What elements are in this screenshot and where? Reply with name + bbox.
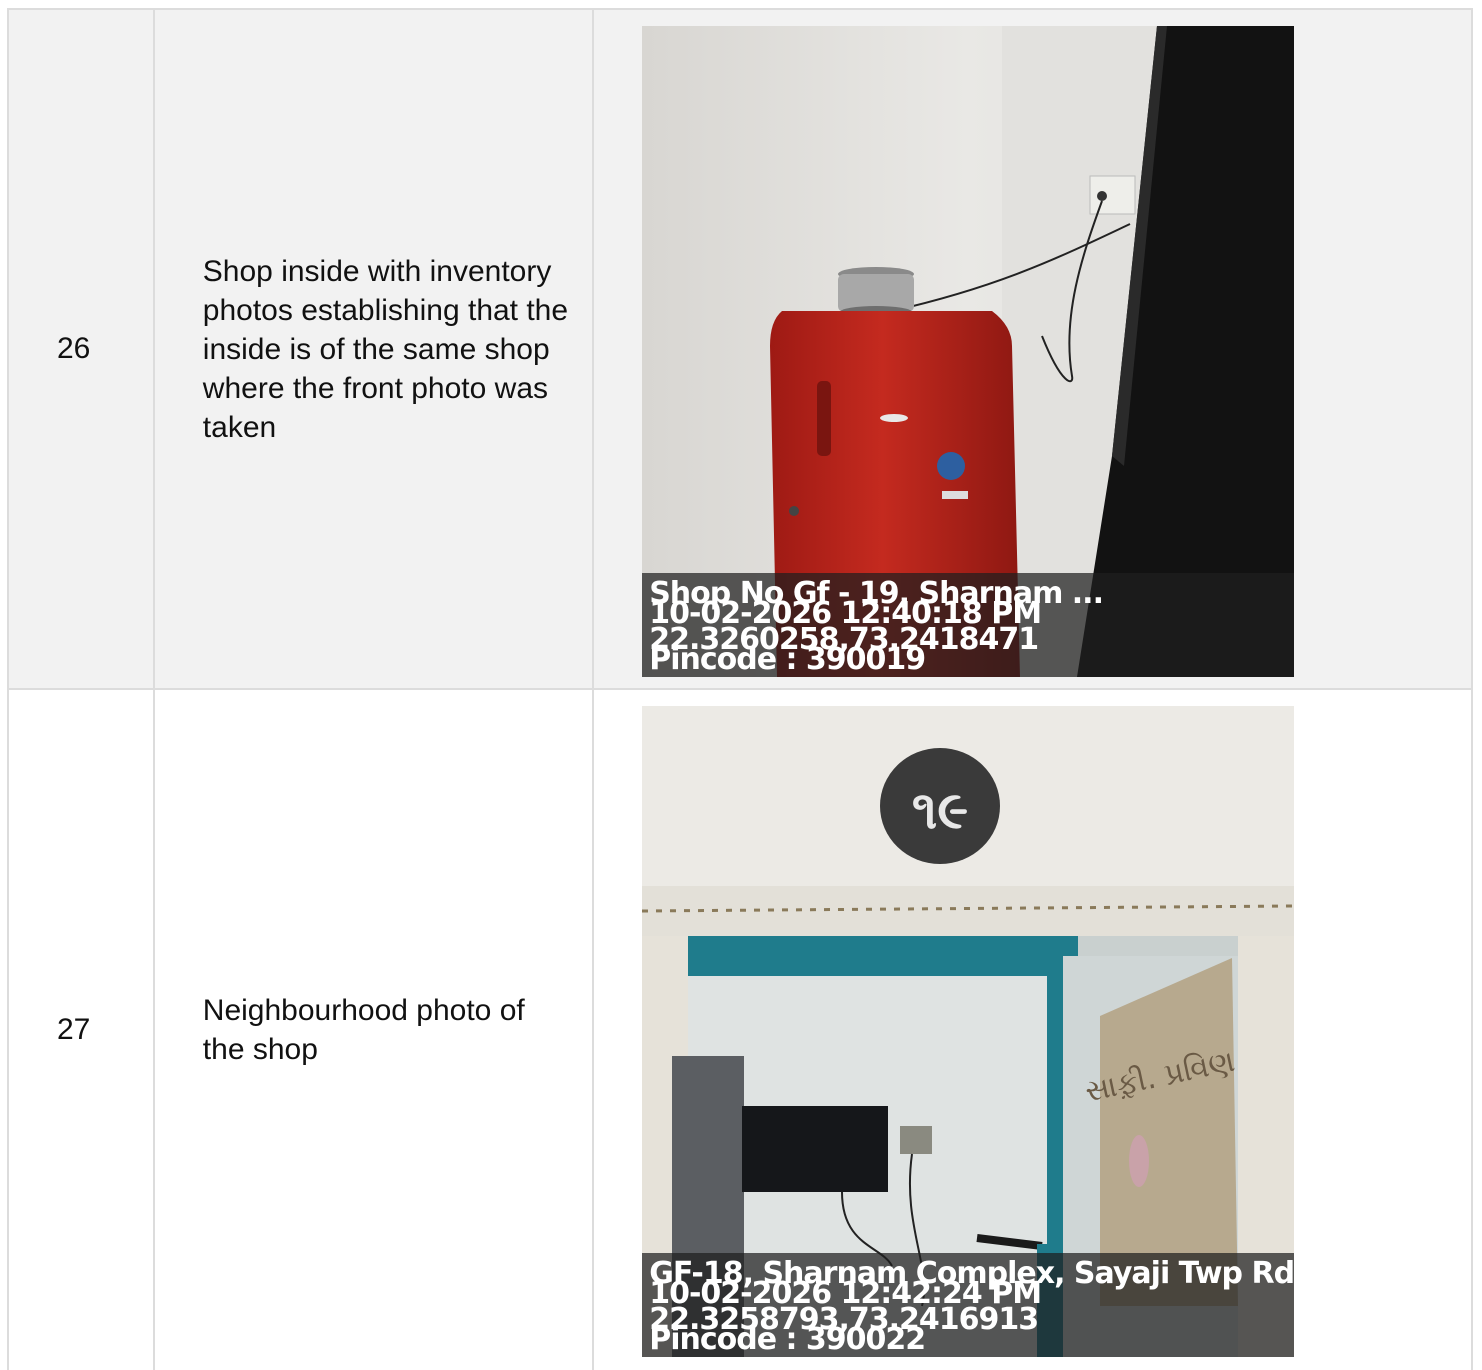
table-row: 26 Shop inside with inventory photos est…: [9, 10, 1473, 690]
table-row: 27 Neighbourhood photo of the shop ૧૯ સા…: [9, 690, 1473, 1370]
photo-overlay-pincode: Pincode : 390022: [649, 1322, 926, 1357]
svg-text:૧૯: ૧૯: [912, 781, 968, 841]
row-number: 26: [57, 332, 91, 365]
photo-overlay-pincode: Pincode : 390019: [649, 642, 926, 677]
description-cell: Neighbourhood photo of the shop: [155, 690, 595, 1370]
neighbourhood-photo[interactable]: ૧૯ સાફ઼ી. પ્રવિણ GF-18, Sharnam Complex,…: [642, 706, 1295, 1357]
row-description: Shop inside with inventory photos establ…: [202, 254, 569, 444]
photo-cell: Shop No Gf - 19, Sharnam ... 10-02-2026 …: [594, 10, 1473, 688]
shop-inside-photo[interactable]: Shop No Gf - 19, Sharnam ... 10-02-2026 …: [642, 26, 1295, 677]
photo-evidence-table: 26 Shop inside with inventory photos est…: [7, 8, 1473, 1370]
row-number: 27: [57, 1013, 91, 1046]
row-description: Neighbourhood photo of the shop: [202, 994, 525, 1066]
photo-cell: ૧૯ સાફ઼ી. પ્રવિણ GF-18, Sharnam Complex,…: [594, 690, 1473, 1370]
row-number-cell: 27: [9, 690, 155, 1370]
description-cell: Shop inside with inventory photos establ…: [155, 10, 595, 688]
row-number-cell: 26: [9, 10, 155, 688]
